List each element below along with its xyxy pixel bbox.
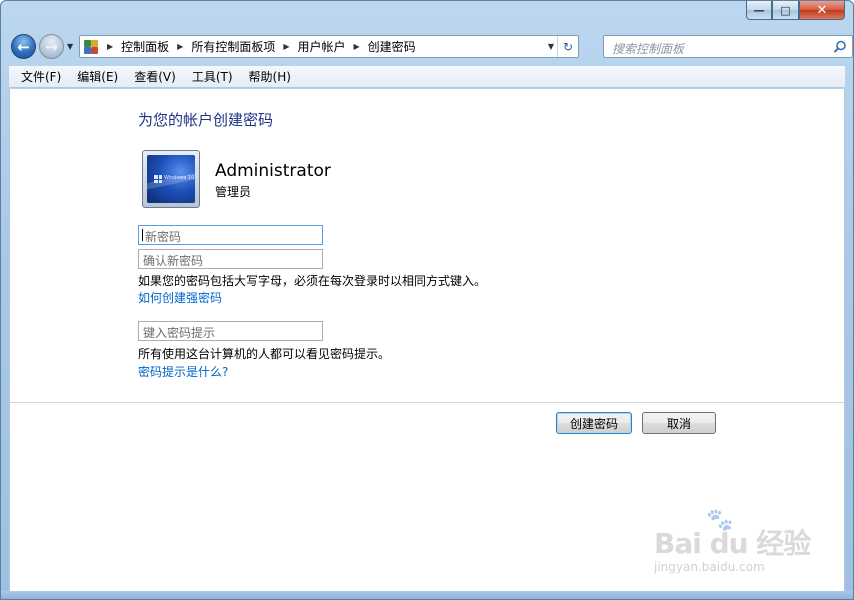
window-bottom-border [1,591,853,599]
minimize-button[interactable]: — [746,1,772,20]
case-sensitivity-note: 如果您的密码包括大写字母，必须在每次登录时以相同方式键入。 [138,274,487,288]
breadcrumb-separator-icon[interactable]: ▶ [107,42,113,51]
address-bar[interactable]: ▶ 控制面板 ▶ 所有控制面板项 ▶ 用户帐户 ▶ 创建密码 ▼ ↻ [79,35,579,58]
user-avatar: Windows 10 [142,150,200,208]
address-dropdown-icon[interactable]: ▼ [548,42,554,51]
search-icon[interactable] [833,40,847,54]
menu-view[interactable]: 查看(V) [126,68,184,85]
baidu-watermark: 🐾 Bai du 经验 jingyan.baidu.com [654,508,814,588]
avatar-image: Windows 10 [147,155,195,203]
user-role: 管理员 [215,185,252,199]
forward-arrow-icon: → [45,37,58,56]
breadcrumb-separator-icon[interactable]: ▶ [177,42,183,51]
breadcrumb-separator-icon[interactable]: ▶ [283,42,289,51]
control-panel-icon [83,39,99,55]
windows-logo-icon [154,175,162,183]
recent-pages-dropdown-icon[interactable]: ▼ [67,42,73,51]
user-name: Administrator [215,161,331,181]
back-button[interactable]: ← [11,34,36,59]
caption-buttons: — □ ✕ [746,1,845,20]
refresh-icon: ↻ [562,39,574,54]
watermark-brand: Bai du 经验 [654,527,811,560]
breadcrumb-create-password[interactable]: 创建密码 [368,38,416,55]
search-placeholder: 搜索控制面板 [612,42,685,56]
avatar-tile-text: Windows 10 [164,175,195,181]
close-button[interactable]: ✕ [799,1,845,20]
password-hint-placeholder: 键入密码提示 [143,326,216,340]
maximize-button[interactable]: □ [772,1,799,20]
menu-bar: 文件(F) 编辑(E) 查看(V) 工具(T) 帮助(H) [9,66,845,88]
cancel-button[interactable]: 取消 [642,412,716,434]
new-password-field[interactable]: 新密码 [138,225,323,245]
menu-file[interactable]: 文件(F) [13,68,69,85]
divider [10,402,844,403]
menu-help[interactable]: 帮助(H) [241,68,299,85]
breadcrumb-separator-icon[interactable]: ▶ [354,42,360,51]
page-title: 为您的帐户创建密码 [138,111,274,129]
back-arrow-icon: ← [17,37,30,56]
strong-password-link[interactable]: 如何创建强密码 [138,289,222,306]
new-password-placeholder: 新密码 [145,230,182,244]
breadcrumb-all-items[interactable]: 所有控制面板项 [191,38,275,55]
create-password-button[interactable]: 创建密码 [556,412,632,434]
confirm-password-placeholder: 确认新密码 [143,254,204,268]
menu-edit[interactable]: 编辑(E) [69,68,126,85]
confirm-password-field[interactable]: 确认新密码 [138,249,323,269]
breadcrumb-user-accounts[interactable]: 用户帐户 [298,38,346,55]
menu-tools[interactable]: 工具(T) [184,68,241,85]
refresh-button[interactable]: ↻ [558,36,578,57]
watermark-url: jingyan.baidu.com [654,560,765,574]
hint-visibility-note: 所有使用这台计算机的人都可以看见密码提示。 [138,347,391,361]
hint-help-link[interactable]: 密码提示是什么? [138,363,228,380]
search-input[interactable]: 搜索控制面板 [603,35,853,58]
breadcrumb-control-panel[interactable]: 控制面板 [121,38,169,55]
password-hint-field[interactable]: 键入密码提示 [138,321,323,341]
forward-button[interactable]: → [39,34,64,59]
navigation-bar: ← → ▼ ▶ 控制面板 ▶ 所有控制面板项 ▶ 用户帐户 ▶ 创建密码 ▼ ↻… [9,31,853,61]
